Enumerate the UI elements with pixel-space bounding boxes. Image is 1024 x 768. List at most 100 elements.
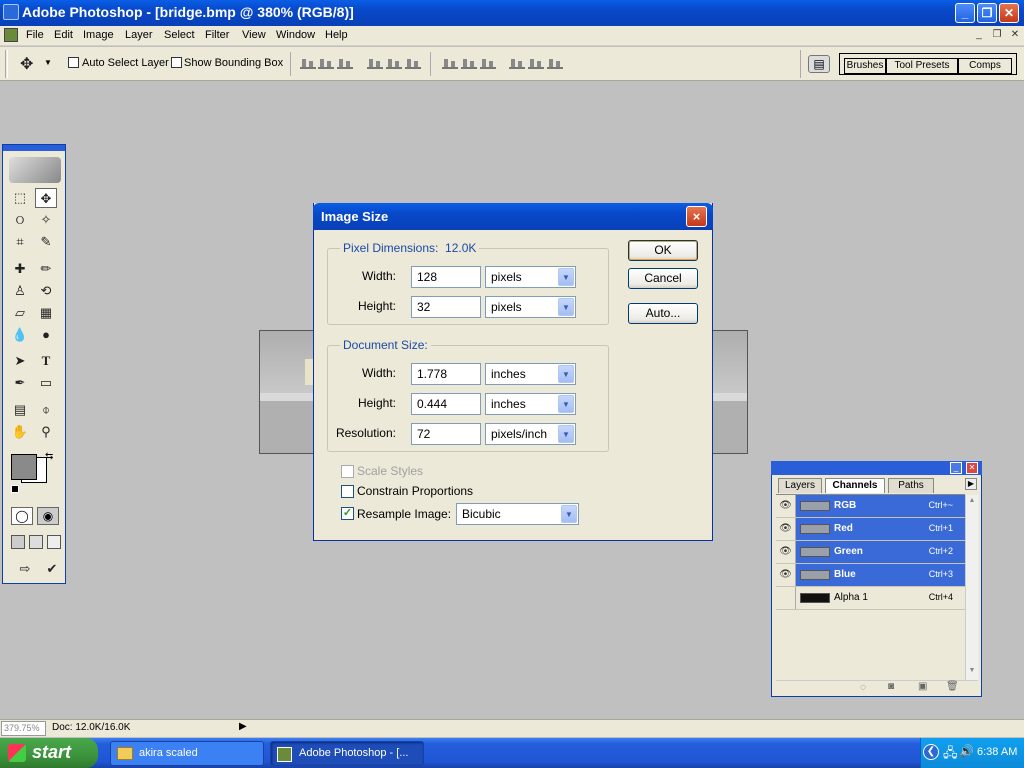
status-menu-arrow-icon[interactable]: ▶ bbox=[239, 721, 247, 732]
dodge-tool-icon[interactable]: ● bbox=[35, 325, 57, 345]
blur-tool-icon[interactable]: 💧 bbox=[9, 325, 31, 345]
pixel-height-unit-select[interactable]: pixels ▼ bbox=[485, 296, 576, 318]
standard-mode-icon[interactable]: ◯ bbox=[11, 507, 33, 525]
resolution-input[interactable]: 72 bbox=[411, 423, 481, 445]
dropdown-arrow-icon[interactable]: ▼ bbox=[558, 298, 574, 316]
doc-width-unit-select[interactable]: inches ▼ bbox=[485, 363, 576, 385]
menu-file[interactable]: File bbox=[26, 29, 44, 41]
channel-row-alpha[interactable]: Alpha 1 Ctrl+4 bbox=[776, 587, 965, 610]
channel-row-rgb[interactable]: 👁 RGB Ctrl+~ bbox=[776, 495, 965, 518]
screen-mode-full-icon[interactable] bbox=[47, 535, 61, 549]
magic-wand-icon[interactable]: ✧ bbox=[35, 210, 57, 230]
rectangle-tool-icon[interactable]: ▭ bbox=[35, 373, 57, 393]
show-bounding-box-checkbox[interactable] bbox=[171, 57, 182, 68]
eyedropper-icon[interactable]: ⌽ bbox=[35, 400, 57, 420]
constrain-proportions-checkbox[interactable] bbox=[341, 485, 354, 498]
tab-paths[interactable]: Paths bbox=[888, 478, 934, 493]
file-browser-icon[interactable]: ▤ bbox=[808, 55, 830, 73]
tab-channels[interactable]: Channels bbox=[825, 478, 885, 493]
minimize-button[interactable]: _ bbox=[955, 3, 975, 23]
notes-tool-icon[interactable]: ▤ bbox=[9, 400, 31, 420]
zoom-tool-icon[interactable]: ⚲ bbox=[35, 422, 57, 442]
eye-icon[interactable]: 👁 bbox=[776, 495, 796, 517]
dropdown-arrow-icon[interactable]: ▼ bbox=[558, 268, 574, 286]
default-colors-icon[interactable] bbox=[11, 485, 19, 493]
align-vertical-center-icon[interactable] bbox=[318, 57, 334, 69]
move-tool-icon[interactable]: ✥ bbox=[20, 54, 33, 74]
foreground-color-swatch[interactable] bbox=[11, 454, 37, 480]
dialog-title-bar[interactable]: Image Size bbox=[313, 203, 713, 230]
align-bottom-icon[interactable] bbox=[337, 57, 353, 69]
move-tool-icon[interactable]: ✥ bbox=[35, 188, 57, 208]
palette-close-icon[interactable]: ✕ bbox=[966, 462, 978, 474]
menu-select[interactable]: Select bbox=[164, 29, 195, 41]
channel-row-red[interactable]: 👁 Red Ctrl+1 bbox=[776, 518, 965, 541]
distribute-left-icon[interactable] bbox=[509, 57, 525, 69]
clone-stamp-icon[interactable]: ♙ bbox=[9, 281, 31, 301]
pixel-height-input[interactable]: 32 bbox=[411, 296, 481, 318]
ok-button[interactable]: OK bbox=[628, 240, 698, 261]
dropdown-arrow-icon[interactable]: ▼ bbox=[561, 505, 577, 523]
align-left-icon[interactable] bbox=[367, 57, 383, 69]
distribute-right-icon[interactable] bbox=[547, 57, 563, 69]
eye-icon[interactable]: 👁 bbox=[776, 564, 796, 586]
distribute-bottom-icon[interactable] bbox=[480, 57, 496, 69]
menu-help[interactable]: Help bbox=[325, 29, 348, 41]
dropdown-arrow-icon[interactable]: ▼ bbox=[558, 365, 574, 383]
eye-icon[interactable]: 👁 bbox=[776, 541, 796, 563]
lasso-tool-icon[interactable]: ଠ bbox=[9, 210, 31, 230]
new-channel-icon[interactable]: ▣ bbox=[918, 681, 927, 692]
quick-mask-icon[interactable]: ◉ bbox=[37, 507, 59, 525]
menu-edit[interactable]: Edit bbox=[54, 29, 73, 41]
palette-tab-tool-presets[interactable]: Tool Presets bbox=[886, 58, 958, 74]
close-button[interactable]: ✕ bbox=[999, 3, 1019, 23]
history-brush-icon[interactable]: ⟲ bbox=[35, 281, 57, 301]
hand-tool-icon[interactable]: ✋ bbox=[9, 422, 31, 442]
cancel-button[interactable]: Cancel bbox=[628, 268, 698, 289]
pen-tool-icon[interactable]: ✒ bbox=[9, 373, 31, 393]
palette-minimize-icon[interactable]: _ bbox=[950, 462, 962, 474]
palette-menu-arrow-icon[interactable]: ▶ bbox=[965, 478, 977, 490]
slice-tool-icon[interactable]: ✎ bbox=[35, 232, 57, 252]
distribute-hcenter-icon[interactable] bbox=[528, 57, 544, 69]
auto-button[interactable]: Auto... bbox=[628, 303, 698, 324]
auto-select-layer-checkbox[interactable] bbox=[68, 57, 79, 68]
menu-window[interactable]: Window bbox=[276, 29, 315, 41]
network-icon[interactable]: 🖧 bbox=[943, 744, 958, 766]
imageready-icon[interactable]: ✔ bbox=[41, 559, 63, 579]
tool-preset-dropdown-icon[interactable]: ▼ bbox=[44, 58, 52, 67]
menu-view[interactable]: View bbox=[242, 29, 266, 41]
distribute-top-icon[interactable] bbox=[442, 57, 458, 69]
dropdown-arrow-icon[interactable]: ▼ bbox=[558, 425, 574, 443]
palette-tab-brushes[interactable]: Brushes bbox=[844, 58, 886, 74]
brush-tool-icon[interactable]: ✏ bbox=[35, 259, 57, 279]
load-selection-icon[interactable]: ◌ bbox=[860, 682, 866, 693]
doc-height-unit-select[interactable]: inches ▼ bbox=[485, 393, 576, 415]
type-tool-icon[interactable]: T bbox=[35, 351, 57, 371]
align-top-icon[interactable] bbox=[300, 57, 316, 69]
doc-restore-icon[interactable]: ❐ bbox=[990, 28, 1004, 42]
palette-tab-comps[interactable]: Comps bbox=[958, 58, 1012, 74]
volume-icon[interactable]: 🔊 bbox=[959, 744, 974, 758]
zoom-field[interactable]: 379.75% bbox=[1, 721, 46, 736]
doc-height-input[interactable]: 0.444 bbox=[411, 393, 481, 415]
document-icon[interactable] bbox=[4, 28, 18, 42]
eye-icon[interactable]: 👁 bbox=[776, 518, 796, 540]
resolution-unit-select[interactable]: pixels/inch ▼ bbox=[485, 423, 576, 445]
taskbar-item-photoshop[interactable]: Adobe Photoshop - [... bbox=[270, 741, 424, 766]
scale-styles-checkbox[interactable] bbox=[341, 465, 354, 478]
eye-toggle-empty[interactable] bbox=[776, 587, 796, 609]
healing-brush-icon[interactable]: ✚ bbox=[9, 259, 31, 279]
channel-row-blue[interactable]: 👁 Blue Ctrl+3 bbox=[776, 564, 965, 587]
window-title-bar[interactable]: Adobe Photoshop - [bridge.bmp @ 380% (RG… bbox=[0, 0, 1024, 26]
clock[interactable]: 6:38 AM bbox=[977, 746, 1017, 758]
marquee-tool-icon[interactable]: ⬚ bbox=[9, 188, 31, 208]
menu-image[interactable]: Image bbox=[83, 29, 114, 41]
crop-tool-icon[interactable]: ⌗ bbox=[9, 232, 31, 252]
doc-minimize-icon[interactable]: _ bbox=[972, 28, 986, 42]
screen-mode-full-menu-icon[interactable] bbox=[29, 535, 43, 549]
taskbar-item-akira-scaled[interactable]: akira scaled bbox=[110, 741, 264, 766]
channels-scrollbar[interactable]: ▲ ▼ bbox=[965, 495, 978, 680]
restore-button[interactable]: ❐ bbox=[977, 3, 997, 23]
menu-layer[interactable]: Layer bbox=[125, 29, 153, 41]
